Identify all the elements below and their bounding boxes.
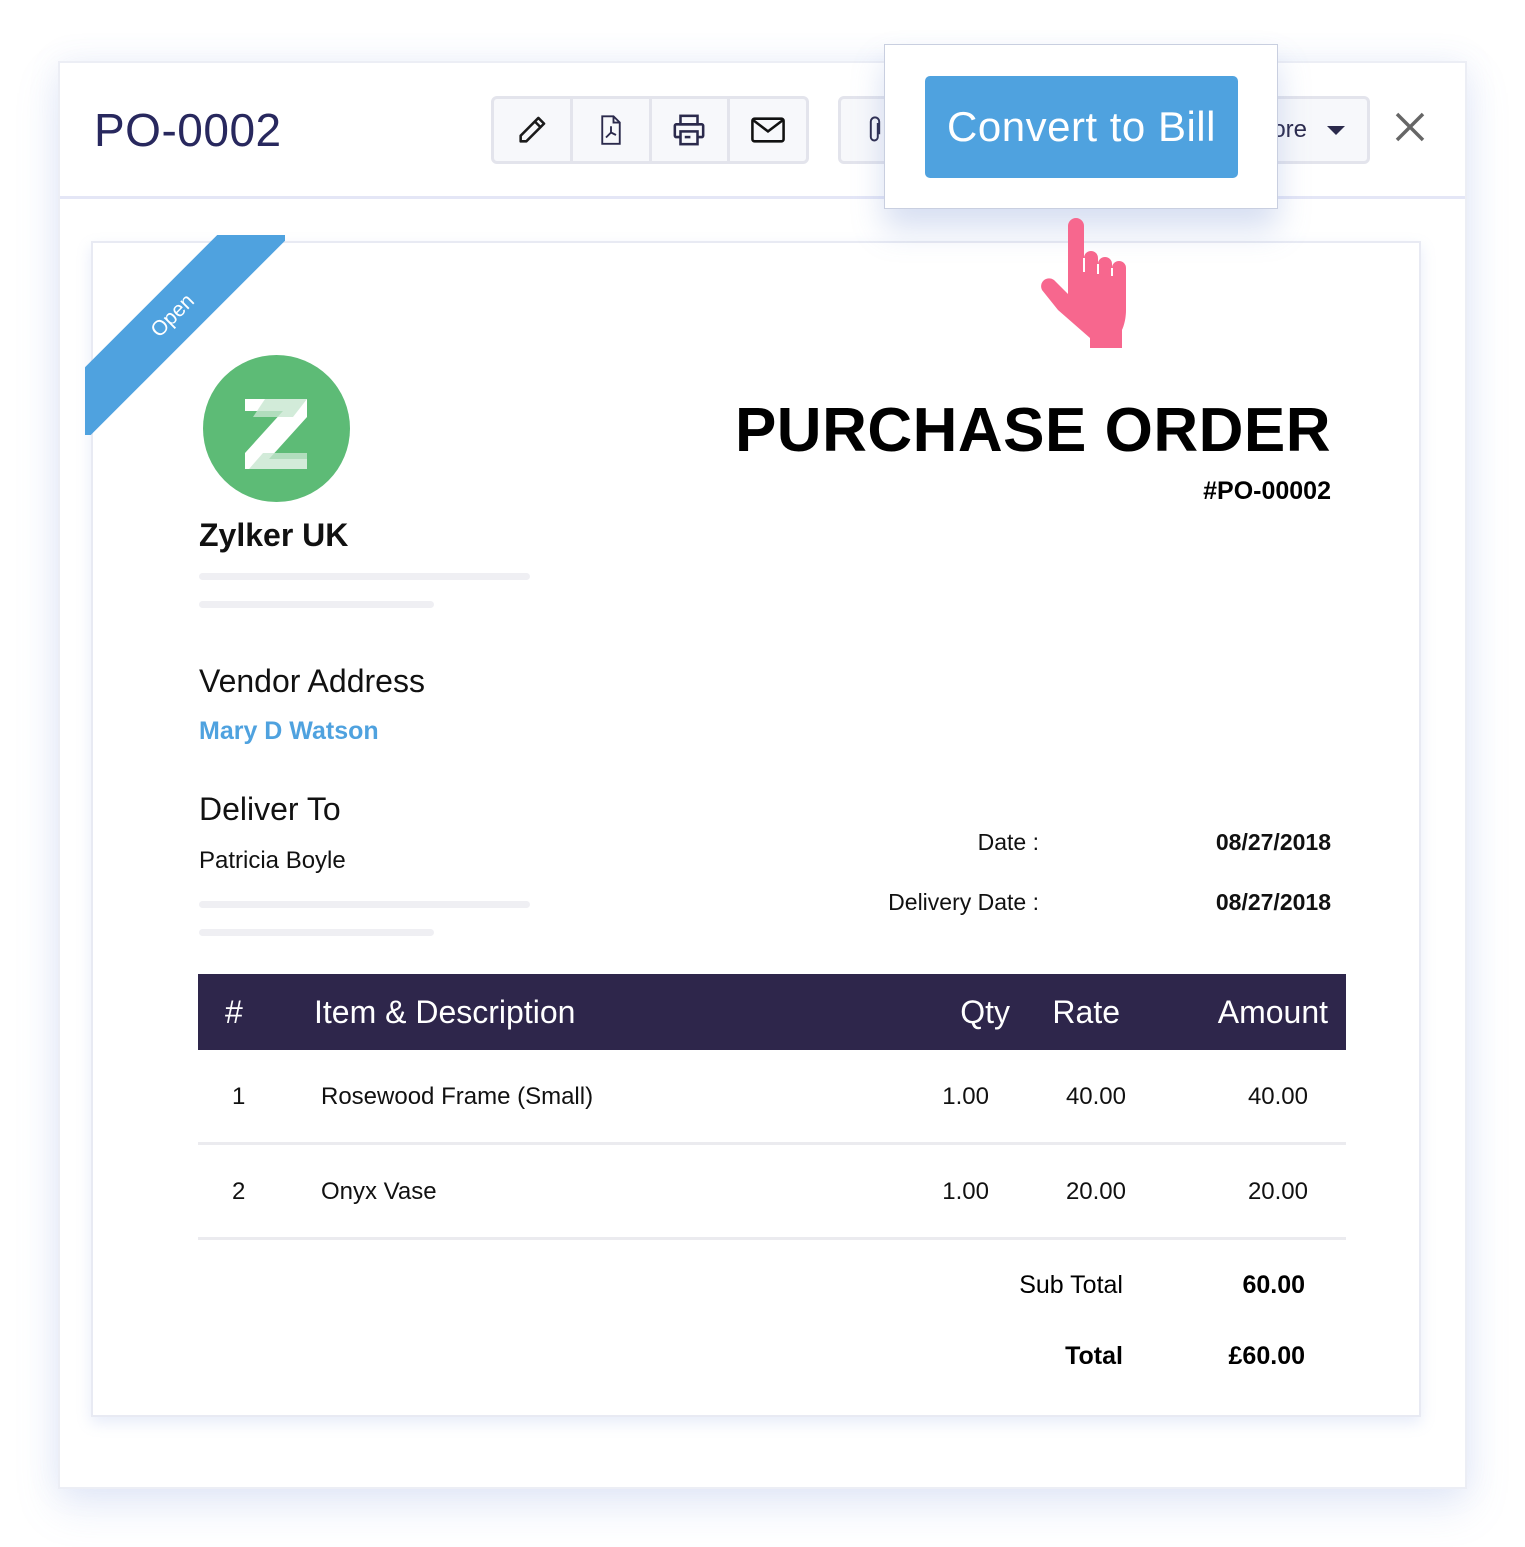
table-header: # Item & Description Qty Rate Amount — [198, 974, 1346, 1050]
document-title: PURCHASE ORDER — [734, 396, 1331, 465]
pointer-hand-icon — [1041, 218, 1126, 348]
date-label: Date : — [977, 829, 1039, 855]
header-rate: Rate — [1052, 994, 1120, 1030]
row-amount: 20.00 — [1247, 1178, 1308, 1205]
convert-to-bill-button[interactable]: Convert to Bill — [925, 76, 1238, 178]
subtotal-label: Sub Total — [1019, 1271, 1123, 1299]
row-item: Rosewood Frame (Small) — [321, 1083, 594, 1110]
delivery-date-label: Delivery Date : — [888, 889, 1039, 915]
purchase-order-window: PO-0002 ore Open Zylker UK PURCHASE ORDE… — [58, 61, 1467, 1489]
row-qty: 1.00 — [942, 1178, 989, 1205]
company-logo — [203, 355, 350, 502]
total-label: Total — [1065, 1342, 1123, 1370]
header-qty: Qty — [960, 994, 1010, 1030]
company-name: Zylker UK — [199, 517, 349, 553]
header-amount: Amount — [1217, 994, 1328, 1030]
header-item: Item & Description — [314, 994, 576, 1030]
delivery-date-value: 08/27/2018 — [1215, 889, 1331, 915]
email-button[interactable] — [730, 99, 806, 161]
pdf-button[interactable] — [573, 99, 652, 161]
vendor-name-link[interactable]: Mary D Watson — [199, 717, 379, 746]
row-item: Onyx Vase — [321, 1178, 437, 1205]
print-button[interactable] — [652, 99, 731, 161]
mail-icon — [751, 117, 785, 143]
deliver-to-name: Patricia Boyle — [199, 847, 346, 874]
caret-down-icon — [1327, 125, 1345, 135]
pdf-icon — [600, 115, 621, 145]
row-number: 1 — [232, 1083, 246, 1110]
row-amount: 40.00 — [1247, 1083, 1308, 1110]
date-value: 08/27/2018 — [1215, 829, 1331, 855]
edit-button[interactable] — [494, 99, 573, 161]
pencil-icon — [519, 116, 546, 143]
row-number: 2 — [232, 1178, 246, 1205]
address-placeholder-line — [199, 573, 530, 580]
toolbar-button-group — [491, 96, 809, 164]
vendor-address-label: Vendor Address — [199, 663, 425, 699]
row-rate: 40.00 — [1065, 1083, 1126, 1110]
row-rate: 20.00 — [1065, 1178, 1126, 1205]
subtotal-value: 60.00 — [1242, 1271, 1305, 1299]
convert-popover: Convert to Bill — [884, 44, 1278, 209]
paperclip-icon — [869, 116, 881, 142]
address-placeholder-line — [199, 601, 434, 608]
purchase-order-document: Open Zylker UK PURCHASE ORDER #PO-00002 … — [85, 235, 1421, 1417]
total-value: £60.00 — [1228, 1342, 1305, 1370]
address-placeholder-line — [199, 901, 530, 908]
document-number: #PO-00002 — [1203, 477, 1331, 505]
row-qty: 1.00 — [942, 1083, 989, 1110]
deliver-to-label: Deliver To — [199, 791, 341, 827]
printer-icon — [673, 114, 705, 146]
page-title: PO-0002 — [94, 104, 282, 156]
close-button[interactable] — [1390, 107, 1430, 147]
items-table: # Item & Description Qty Rate Amount 1 R… — [198, 974, 1346, 1240]
table-row: 2 Onyx Vase 1.00 20.00 20.00 — [198, 1145, 1346, 1240]
table-row: 1 Rosewood Frame (Small) 1.00 40.00 40.0… — [198, 1050, 1346, 1145]
close-icon — [1395, 112, 1425, 142]
header-number: # — [225, 994, 243, 1030]
address-placeholder-line — [199, 929, 434, 936]
